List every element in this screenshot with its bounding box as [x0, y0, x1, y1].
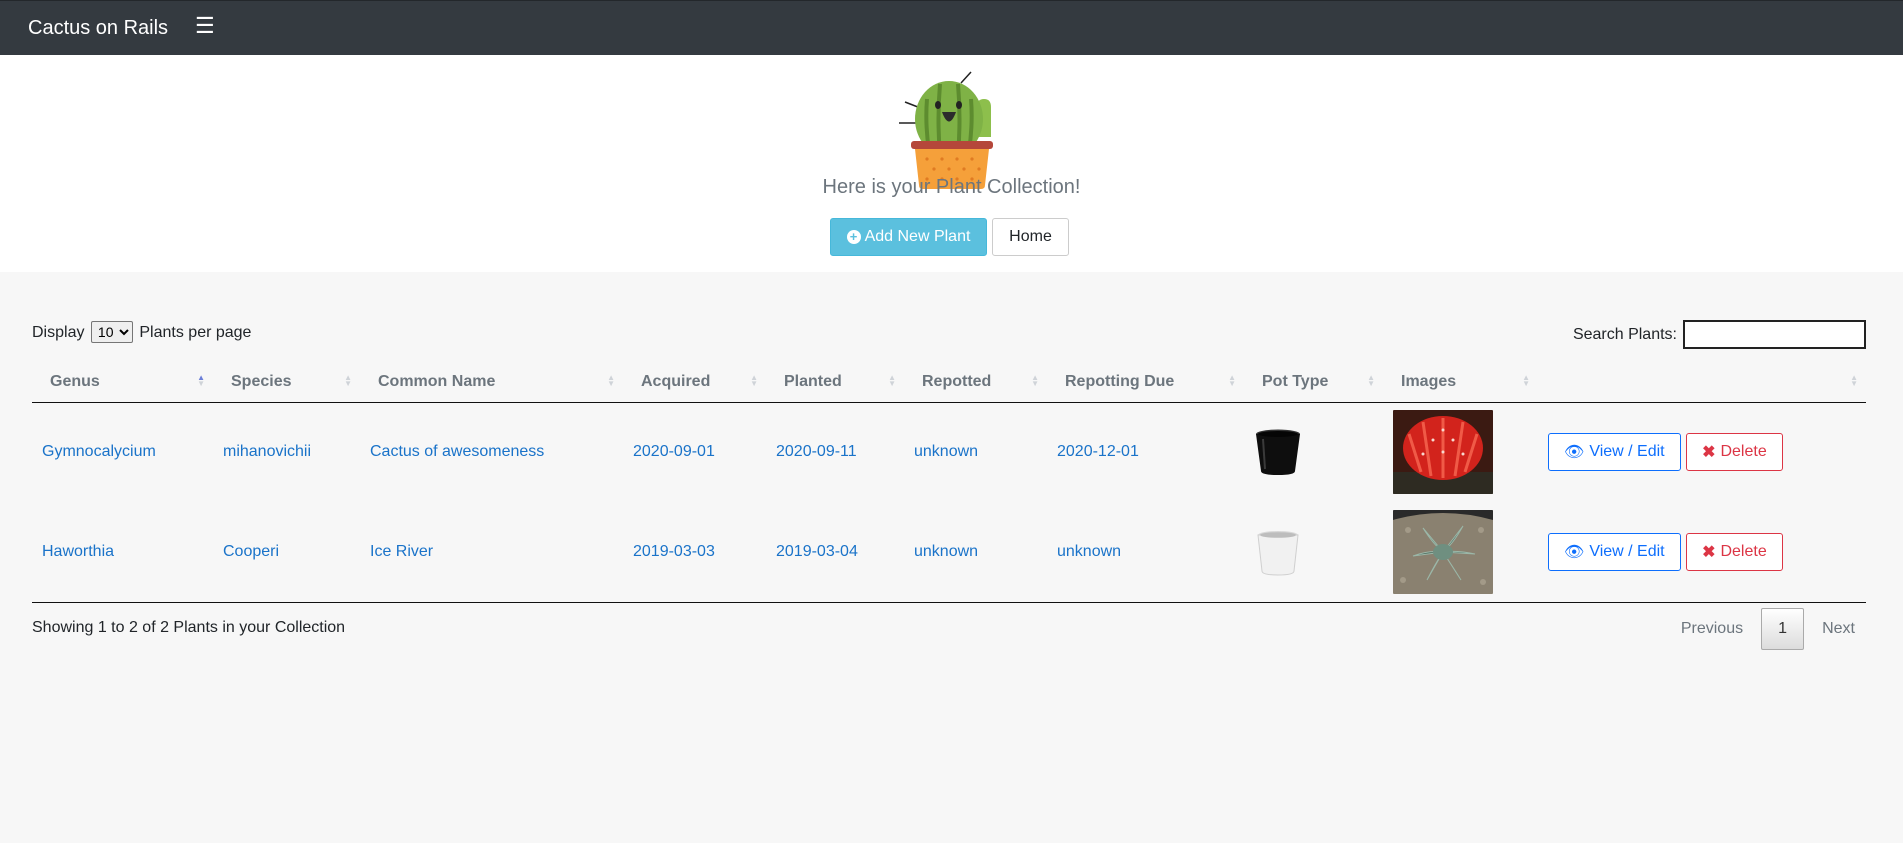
- sort-icon: ▲ ▼: [1522, 373, 1530, 388]
- red-cactus-photo[interactable]: [1393, 410, 1493, 495]
- sort-icon: ▲ ▼: [750, 373, 758, 388]
- column-header-species[interactable]: Species ▲ ▼: [213, 362, 360, 403]
- per-page-select[interactable]: 10: [90, 321, 133, 343]
- plants-table: Genus ▲ ▼ Species ▲ ▼ Common Name ▲ ▼ Acquired…: [32, 362, 1866, 603]
- close-icon: ✖: [1702, 543, 1716, 561]
- genus-link[interactable]: Gymnocalycium: [42, 443, 156, 460]
- column-header-images[interactable]: Images ▲ ▼: [1383, 362, 1538, 403]
- add-new-plant-label: Add New Plant: [864, 228, 971, 245]
- repotting-due-link[interactable]: unknown: [1057, 543, 1121, 560]
- eye-icon: 👁: [1564, 543, 1585, 561]
- column-header-actions[interactable]: ▲ ▼: [1538, 362, 1866, 403]
- delete-button[interactable]: ✖ Delete: [1686, 433, 1783, 472]
- per-page-suffix: Plants per page: [139, 324, 252, 341]
- cactus-mascot-logo: [899, 71, 993, 189]
- black-pot-image: [1256, 429, 1300, 476]
- repotted-link[interactable]: unknown: [914, 543, 978, 560]
- search-label: Search Plants:: [1572, 325, 1677, 343]
- common-name-link[interactable]: Ice River: [370, 543, 433, 560]
- hamburger-icon[interactable]: ☰: [195, 15, 215, 37]
- planted-link[interactable]: 2019-03-04: [776, 543, 858, 560]
- table-header-row: Genus ▲ ▼ Species ▲ ▼ Common Name ▲ ▼ Acquired…: [32, 362, 1866, 403]
- table-row: Gymnocalycium mihanovichii Cactus of awe…: [32, 402, 1866, 502]
- close-icon: ✖: [1702, 444, 1716, 462]
- white-pot-image: [1257, 530, 1299, 576]
- common-name-link[interactable]: Cactus of awesomeness: [370, 443, 544, 460]
- search-control: Search Plants:: [1573, 320, 1866, 349]
- sort-asc-icon: ▲ ▼: [197, 373, 205, 388]
- repotted-link[interactable]: unknown: [914, 443, 978, 460]
- sort-icon: ▲ ▼: [344, 373, 352, 388]
- sort-icon: ▲ ▼: [1228, 373, 1236, 388]
- display-label: Display: [32, 324, 85, 341]
- hero-heading: Here is your Plant Collection!: [822, 176, 1081, 198]
- pagination: Previous 1 Next: [1673, 608, 1863, 650]
- sort-icon: ▲ ▼: [1031, 373, 1039, 388]
- species-link[interactable]: Cooperi: [223, 543, 279, 560]
- column-header-common-name[interactable]: Common Name ▲ ▼: [360, 362, 623, 403]
- species-link[interactable]: mihanovichii: [223, 443, 311, 460]
- column-header-repotted[interactable]: Repotted ▲ ▼: [904, 362, 1047, 403]
- add-new-plant-button[interactable]: + Add New Plant: [830, 218, 987, 256]
- hero-section: Here is your Plant Collection! + Add New…: [0, 55, 1903, 272]
- acquired-link[interactable]: 2019-03-03: [633, 543, 715, 560]
- plus-circle-icon: +: [846, 230, 861, 244]
- haworthia-photo[interactable]: [1393, 509, 1493, 594]
- home-button[interactable]: Home: [992, 218, 1069, 256]
- column-header-planted[interactable]: Planted ▲ ▼: [766, 362, 904, 403]
- view-edit-button[interactable]: 👁 View / Edit: [1548, 433, 1681, 472]
- acquired-link[interactable]: 2020-09-01: [633, 443, 715, 460]
- repotting-due-link[interactable]: 2020-12-01: [1057, 443, 1139, 460]
- view-edit-button[interactable]: 👁 View / Edit: [1548, 532, 1681, 571]
- previous-page-button[interactable]: Previous: [1673, 620, 1751, 638]
- table-info: Showing 1 to 2 of 2 Plants in your Colle…: [32, 619, 346, 636]
- brand-link[interactable]: Cactus on Rails: [28, 17, 168, 40]
- column-header-genus[interactable]: Genus ▲ ▼: [32, 362, 213, 403]
- table-row: Haworthia Cooperi Ice River 2019-03-03 2…: [32, 502, 1866, 603]
- eye-icon: 👁: [1564, 444, 1585, 462]
- sort-icon: ▲ ▼: [607, 373, 615, 388]
- navbar: Cactus on Rails ☰: [0, 0, 1903, 55]
- genus-link[interactable]: Haworthia: [42, 543, 114, 560]
- sort-icon: ▲ ▼: [1850, 373, 1858, 388]
- column-header-pot-type[interactable]: Pot Type ▲ ▼: [1244, 362, 1383, 403]
- page-length-control: Display 10 Plants per page: [32, 321, 251, 343]
- next-page-button[interactable]: Next: [1814, 620, 1863, 638]
- planted-link[interactable]: 2020-09-11: [776, 443, 857, 460]
- page-1-button[interactable]: 1: [1761, 608, 1805, 650]
- column-header-repotting-due[interactable]: Repotting Due ▲ ▼: [1047, 362, 1244, 403]
- column-header-acquired[interactable]: Acquired ▲ ▼: [623, 362, 766, 403]
- delete-button[interactable]: ✖ Delete: [1686, 532, 1783, 571]
- search-input[interactable]: [1683, 320, 1866, 349]
- sort-icon: ▲ ▼: [888, 373, 896, 388]
- sort-icon: ▲ ▼: [1367, 373, 1375, 388]
